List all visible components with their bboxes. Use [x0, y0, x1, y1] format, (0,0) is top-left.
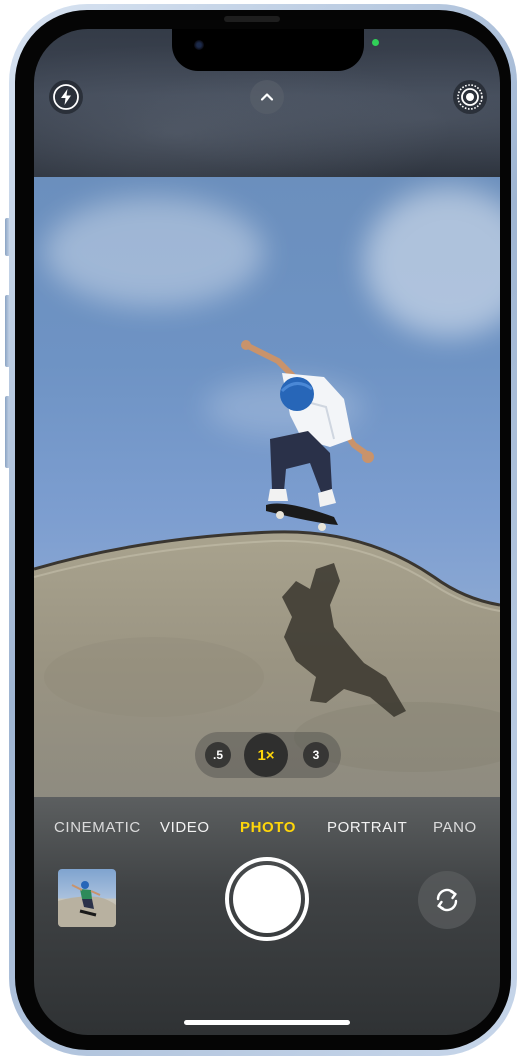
zoom-1x-button[interactable]: 1×	[244, 733, 288, 777]
chevron-up-icon	[260, 93, 274, 101]
front-camera	[194, 40, 204, 50]
bottom-control-bar: CINEMATIC VIDEO PHOTO PORTRAIT PANO	[34, 797, 500, 1035]
controls-toggle-button[interactable]	[250, 80, 284, 114]
live-photo-button[interactable]	[453, 80, 487, 114]
switch-camera-button[interactable]	[418, 871, 476, 929]
mode-cinematic[interactable]: CINEMATIC	[54, 819, 141, 836]
shutter-button[interactable]	[225, 857, 309, 941]
earpiece	[224, 16, 280, 22]
flash-button[interactable]	[49, 80, 83, 114]
mode-video[interactable]: VIDEO	[160, 819, 210, 836]
notch	[172, 29, 364, 71]
home-indicator[interactable]	[184, 1020, 350, 1025]
viewfinder[interactable]: .5 1× 3	[34, 177, 500, 797]
zoom-0-5x-button[interactable]: .5	[205, 742, 231, 768]
zoom-label: 3	[312, 748, 320, 762]
shutter-button-inner	[233, 865, 301, 933]
zoom-label: 1×	[257, 746, 275, 764]
mode-photo[interactable]: PHOTO	[240, 819, 296, 836]
last-photo-thumbnail[interactable]	[58, 869, 116, 927]
zoom-label: .5	[212, 748, 223, 762]
camera-screen: .5 1× 3 CINEMATIC VIDEO PHOTO PORTRAIT P…	[34, 29, 500, 1035]
scene-image	[34, 340, 500, 797]
camera-flip-icon	[436, 888, 458, 912]
mode-pano[interactable]: PANO	[433, 819, 477, 836]
live-photo-icon	[457, 84, 483, 110]
camera-in-use-indicator	[372, 39, 379, 46]
mode-portrait[interactable]: PORTRAIT	[327, 819, 407, 836]
flash-icon	[53, 84, 79, 110]
zoom-control: .5 1× 3	[195, 732, 341, 778]
zoom-3x-button[interactable]: 3	[303, 742, 329, 768]
photo-thumbnail-image	[58, 881, 116, 927]
